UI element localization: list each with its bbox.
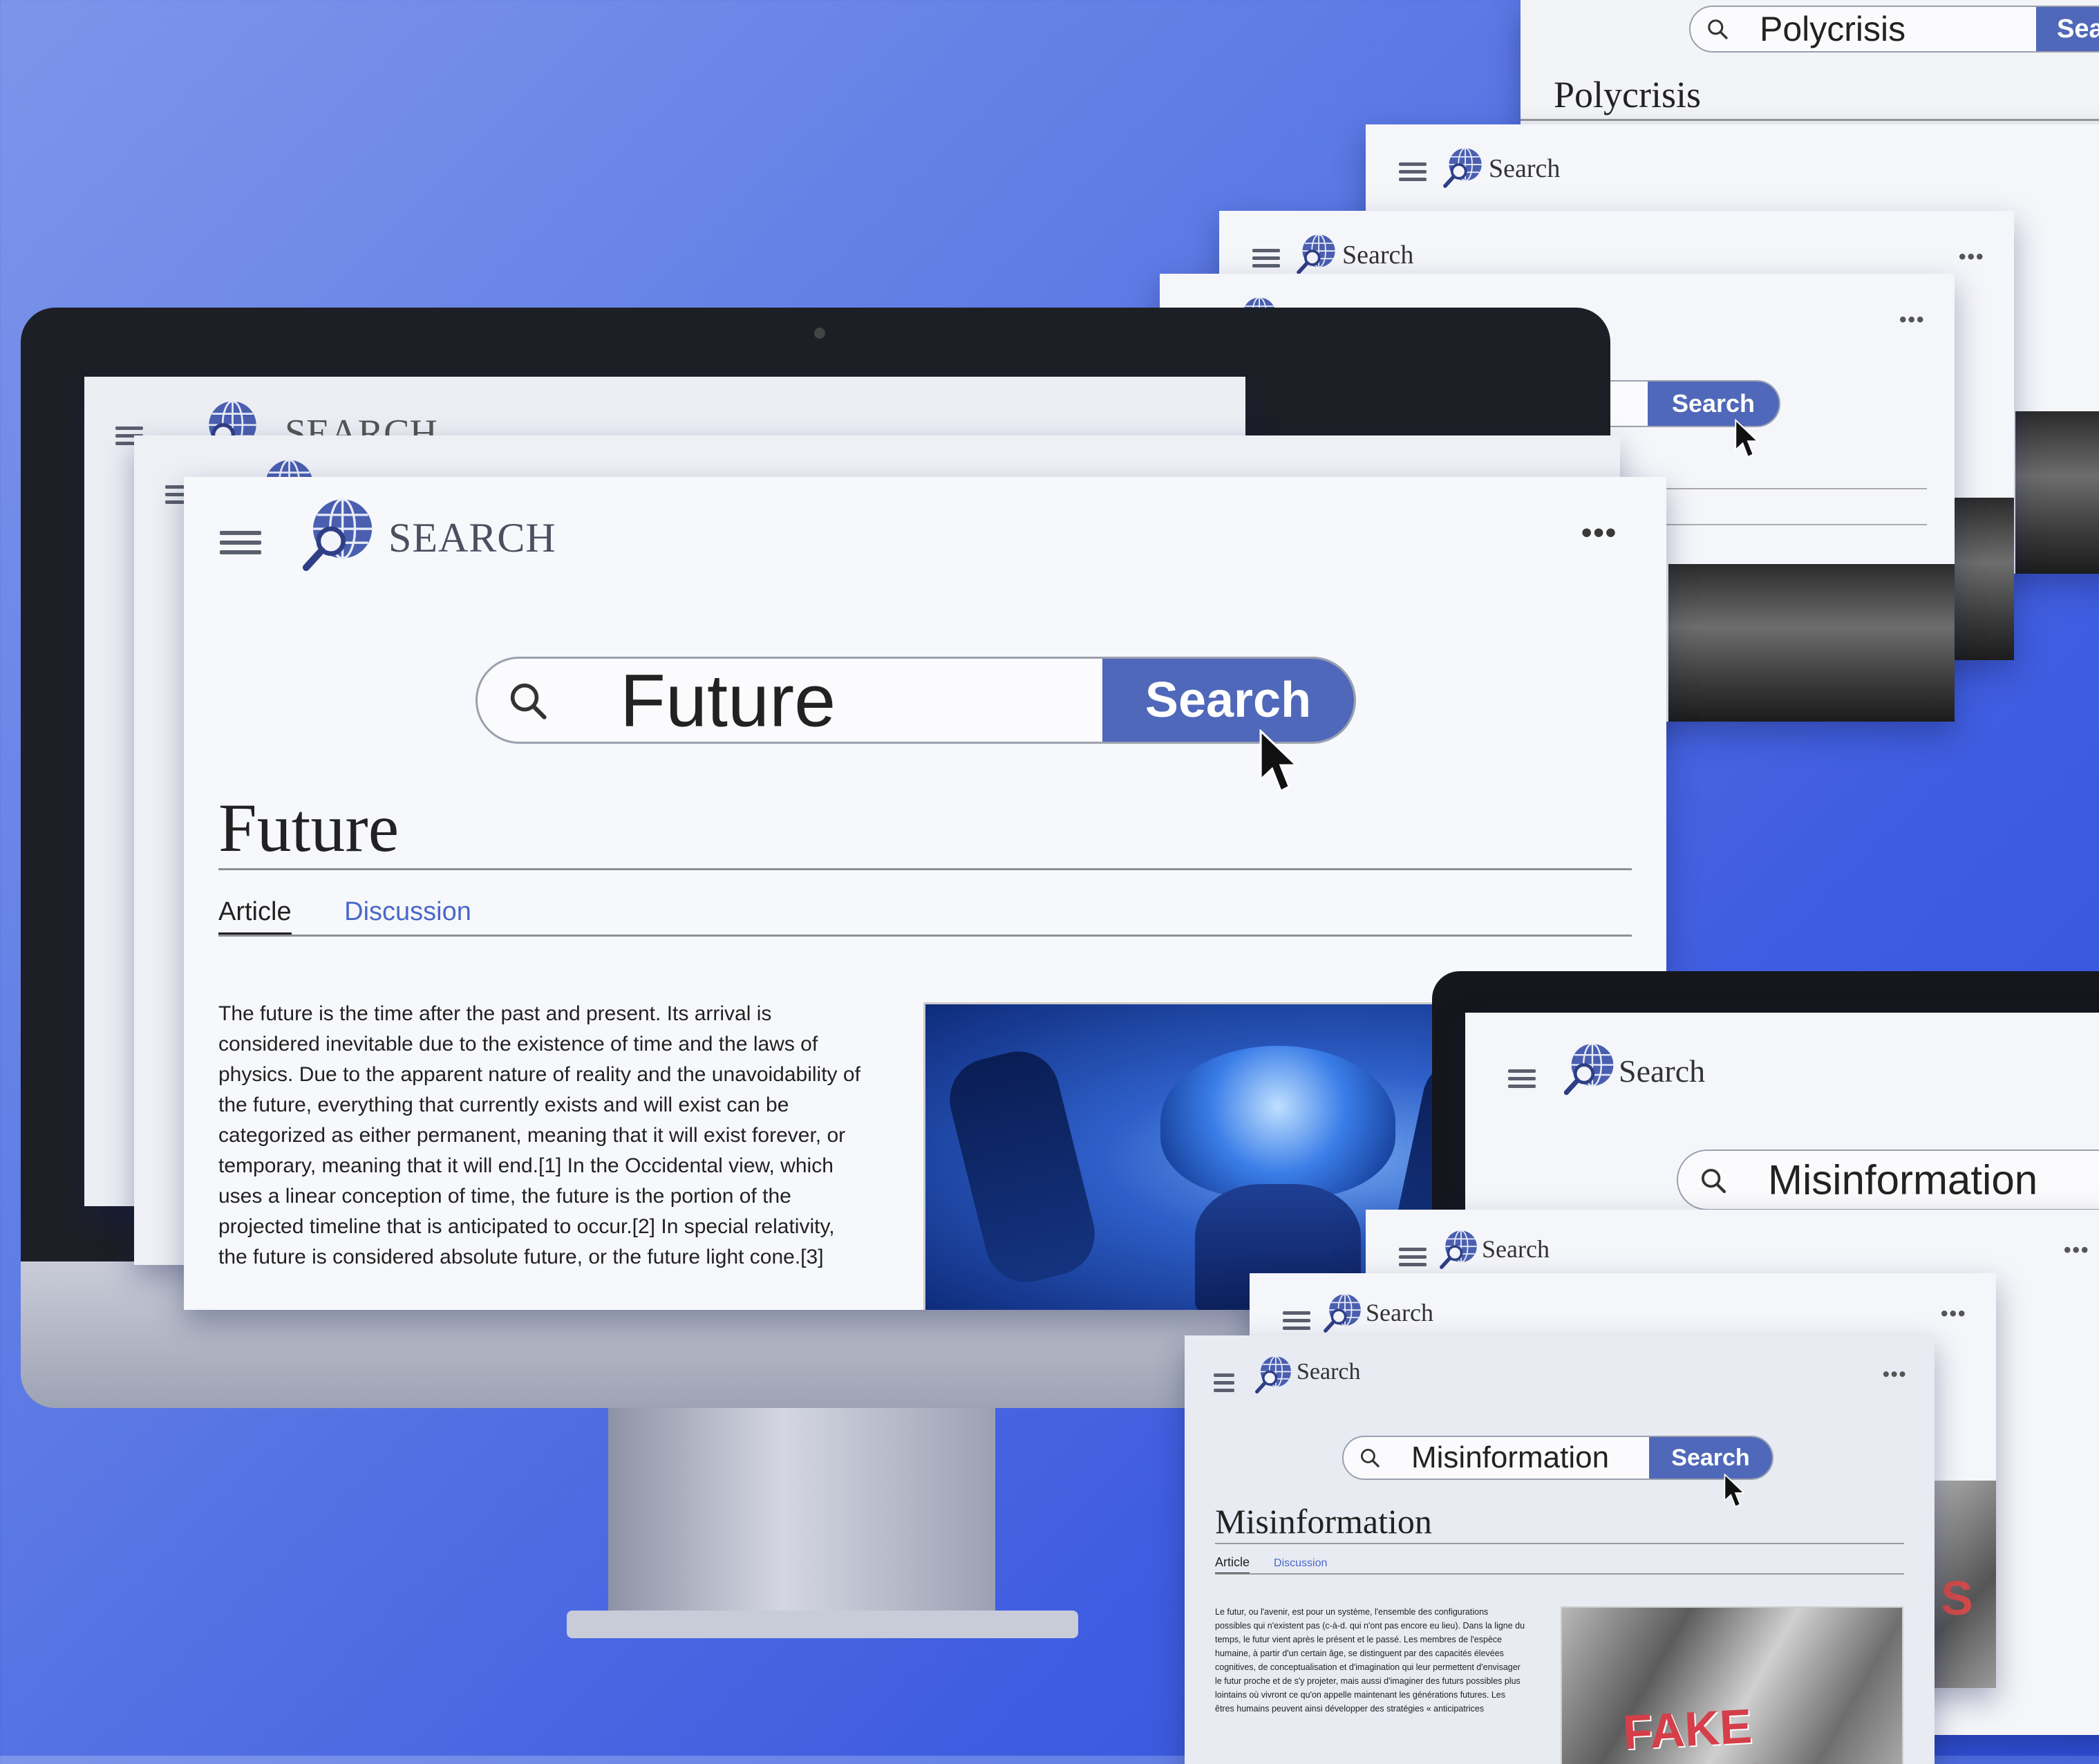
more-dots-icon[interactable]: ••• [1959, 245, 1985, 269]
brand-name: Search [1297, 1359, 1361, 1385]
search-bar[interactable]: Misinformation Search [1342, 1436, 1773, 1480]
brand-name: Search [1342, 241, 1414, 270]
tab-discussion[interactable]: Discussion [344, 897, 471, 932]
article-body: The future is the time after the past an… [218, 1002, 860, 1268]
brand-name: Search [1489, 154, 1561, 183]
monitor-base [567, 1611, 1078, 1638]
more-dots-icon[interactable]: ••• [1883, 1363, 1907, 1385]
globe-search-icon [1438, 1229, 1480, 1270]
search-icon [1699, 1166, 1728, 1195]
window-polycrisis-back: Polycrisis Searc Polycrisis [1521, 0, 2099, 124]
globe-search-icon [1295, 233, 1338, 276]
search-input[interactable]: Future [620, 659, 836, 742]
tab-article[interactable]: Article [218, 897, 292, 937]
search-bar[interactable]: Future Search [476, 657, 1356, 744]
search-button[interactable]: Searc [2036, 7, 2099, 51]
monitor-camera [814, 328, 825, 339]
hamburger-icon[interactable] [1508, 1069, 1536, 1088]
page-title: Polycrisis [1554, 74, 1702, 115]
tab-article[interactable]: Article [1215, 1555, 1250, 1575]
globe-search-icon [300, 496, 377, 574]
globe-search-icon [1322, 1293, 1364, 1334]
tab-bar: Article Discussion [218, 897, 471, 937]
globe-search-icon [1254, 1355, 1294, 1395]
more-dots-icon[interactable]: ••• [1941, 1302, 1967, 1326]
search-icon [1706, 17, 1729, 41]
hamburger-icon[interactable] [220, 531, 261, 554]
monitor-stand [608, 1408, 995, 1629]
protest-photo [1668, 564, 1955, 722]
news-photo [1952, 498, 2014, 660]
hamburger-icon[interactable] [1399, 162, 1427, 181]
more-dots-icon[interactable]: ••• [1581, 516, 1617, 550]
cursor-icon [1724, 1474, 1747, 1508]
hamburger-icon[interactable] [1252, 249, 1280, 268]
article-body: Le futur, ou l'avenir, est pour un systè… [1215, 1607, 1525, 1714]
fake-news-text: S [1941, 1571, 1973, 1625]
fake-news-photo: FAKE NEWS [1561, 1606, 1903, 1764]
window-misinfo-front: Search ••• Misinformation Search Misinfo… [1185, 1335, 1935, 1764]
brand-name: Search [1619, 1053, 1706, 1089]
search-bar[interactable]: Polycrisis Searc [1689, 6, 2099, 53]
tab-discussion[interactable]: Discussion [1274, 1557, 1327, 1573]
search-bar[interactable]: Misinformation [1677, 1150, 2099, 1210]
brand-name: Search [1482, 1235, 1550, 1263]
search-input[interactable]: Polycrisis [1760, 9, 1905, 49]
hamburger-icon[interactable] [1214, 1373, 1234, 1392]
cursor-icon [1735, 419, 1761, 459]
brand-name: Search [1366, 1299, 1433, 1326]
more-dots-icon[interactable]: ••• [2064, 1239, 2090, 1262]
globe-search-icon [1442, 147, 1485, 189]
search-input[interactable]: Misinformation [1768, 1156, 2037, 1204]
page-title: Misinformation [1215, 1502, 1432, 1541]
page-title: Future [218, 789, 399, 866]
cursor-icon [1259, 729, 1302, 794]
search-button[interactable]: Search [1102, 659, 1354, 742]
search-icon [1359, 1447, 1381, 1469]
search-button[interactable]: Search [1649, 1437, 1772, 1479]
brand-name: SEARCH [388, 515, 556, 561]
news-photo [2015, 411, 2099, 574]
globe-search-icon [1562, 1042, 1617, 1097]
search-icon [507, 679, 549, 722]
tab-bar: Article Discussion [1215, 1555, 1327, 1575]
search-input[interactable]: Misinformation [1411, 1441, 1609, 1475]
fake-news-text: FAKE NEWS [1621, 1698, 1772, 1764]
more-dots-icon[interactable]: ••• [1899, 308, 1926, 332]
